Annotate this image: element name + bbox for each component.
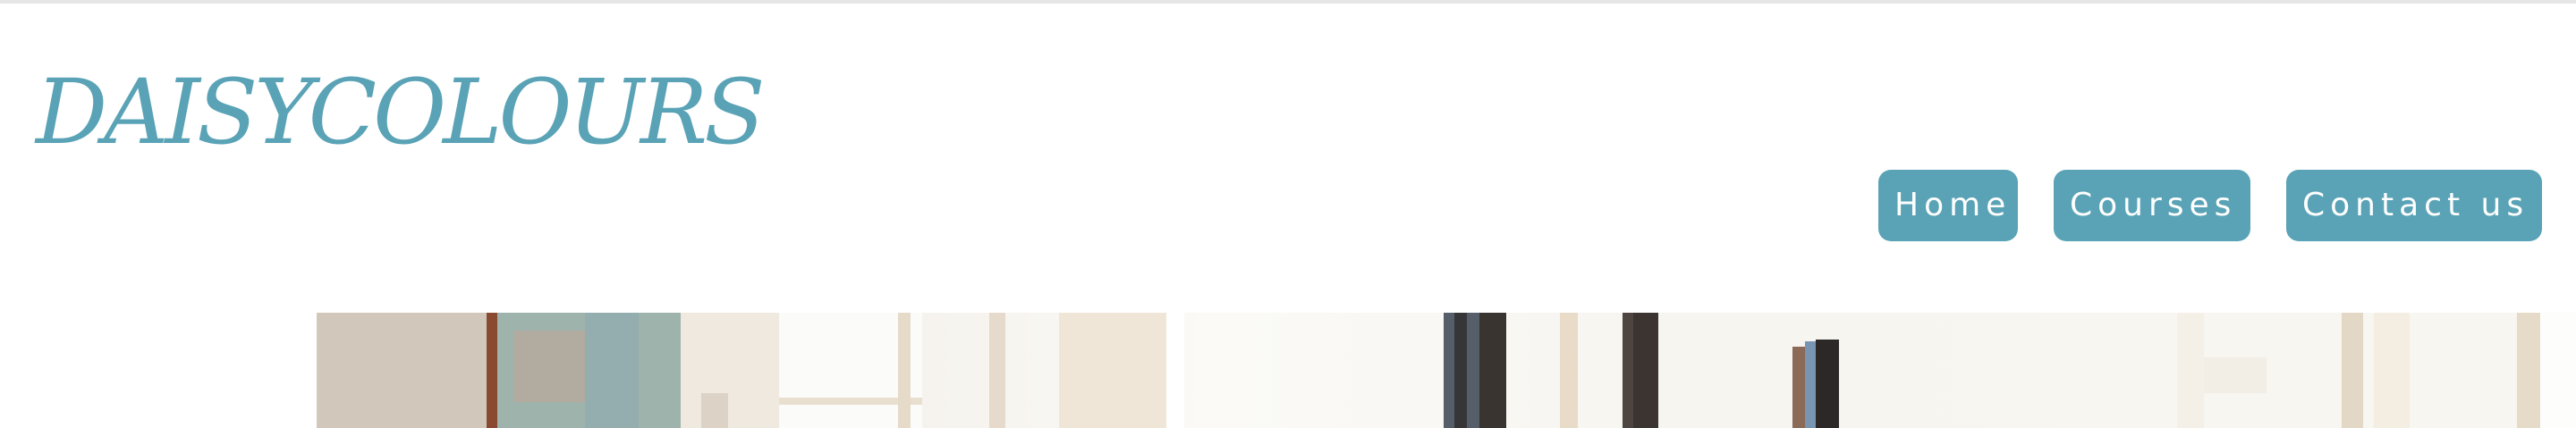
nav-contact-us-button[interactable]: Contact us <box>2286 170 2542 241</box>
hero-photo-art <box>317 313 2576 428</box>
main-nav: Home Courses Contact us <box>1878 170 2542 241</box>
top-divider <box>0 0 2576 4</box>
nav-courses-button[interactable]: Courses <box>2054 170 2250 241</box>
site-logo[interactable]: DAISYCOLOURS <box>36 59 766 166</box>
page: DAISYCOLOURS Home Courses Contact us <box>0 0 2576 428</box>
nav-home-button[interactable]: Home <box>1878 170 2018 241</box>
hero-image <box>317 313 2576 428</box>
